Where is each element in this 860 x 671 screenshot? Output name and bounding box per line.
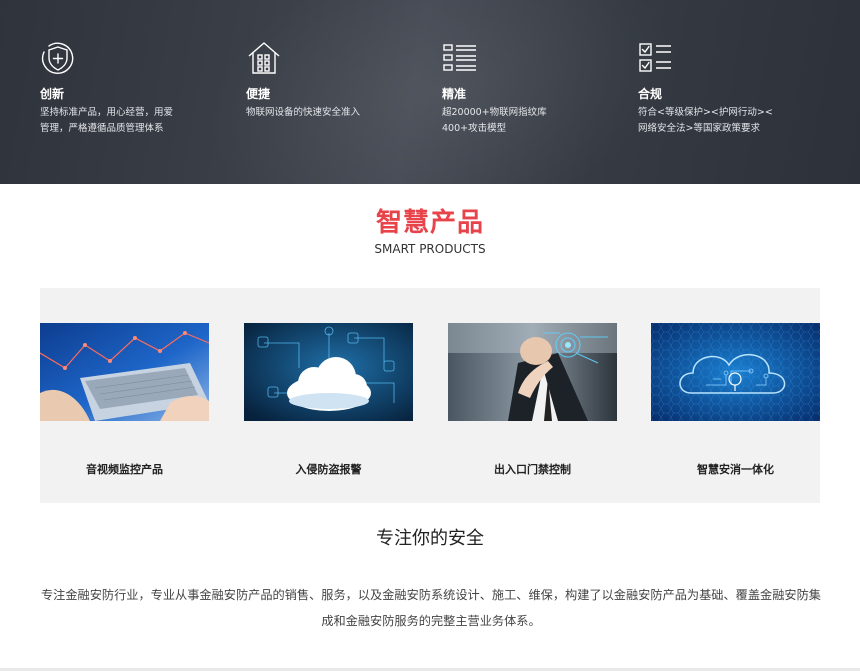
about-title: 专注你的安全 bbox=[376, 528, 484, 549]
about-text: 专注金融安防行业，专业从事金融安防产品的销售、服务，以及金融安防系统设计、施工、… bbox=[41, 588, 821, 628]
product-name[interactable]: 入侵防盗报警 bbox=[244, 461, 413, 477]
shield-plus-icon bbox=[40, 40, 76, 76]
list-icon bbox=[442, 40, 478, 76]
feature-title: 创新 bbox=[40, 87, 65, 101]
laptop-analytics-image[interactable] bbox=[40, 323, 209, 421]
feature-title: 合规 bbox=[638, 87, 663, 101]
product-name[interactable]: 出入口门禁控制 bbox=[448, 461, 617, 477]
feature-compliance: 合规 符合<等级保护><护网行动>< 网络安全法>等国家政策要求 bbox=[638, 40, 808, 137]
section-title: 智慧产品 bbox=[375, 208, 484, 238]
feature-desc: 符合<等级保护><护网行动>< 网络安全法>等国家政策要求 bbox=[638, 107, 773, 134]
circuit-cloud-image[interactable] bbox=[651, 323, 820, 421]
product-name[interactable]: 智慧安消一体化 bbox=[651, 461, 820, 477]
product-card[interactable]: 音视频监控产品 bbox=[40, 323, 209, 476]
product-card[interactable]: 出入口门禁控制 bbox=[448, 323, 617, 476]
feature-desc: 物联网设备的快速安全准入 bbox=[246, 107, 361, 118]
feature-title: 精准 bbox=[442, 87, 467, 101]
feature-desc: 坚持标准产品，用心经营，用爱 管理，严格遵循品质管理体系 bbox=[40, 107, 174, 134]
products-panel: 音视频监控产品 入侵防盗报警 出入口门禁控制 智慧安消一体化 bbox=[40, 288, 820, 503]
house-grid-icon bbox=[246, 40, 282, 76]
product-card[interactable]: 智慧安消一体化 bbox=[651, 323, 820, 476]
feature-desc: 超20000+物联网指纹库 400+攻击模型 bbox=[442, 107, 547, 134]
checklist-icon bbox=[638, 40, 674, 76]
cloud-network-image[interactable] bbox=[244, 323, 413, 421]
feature-convenience: 便捷 物联网设备的快速安全准入 bbox=[246, 40, 416, 121]
feature-precision: 精准 超20000+物联网指纹库 400+攻击模型 bbox=[442, 40, 612, 137]
section-subtitle: SMART PRODUCTS bbox=[374, 242, 486, 256]
section-heading: 智慧产品 SMART PRODUCTS bbox=[0, 206, 860, 257]
feature-title: 便捷 bbox=[246, 87, 271, 101]
touch-interface-image[interactable] bbox=[448, 323, 617, 421]
features-band: 创新 坚持标准产品，用心经营，用爱 管理，严格遵循品质管理体系 便捷 物联网设备… bbox=[0, 0, 860, 184]
feature-innovation: 创新 坚持标准产品，用心经营，用爱 管理，严格遵循品质管理体系 bbox=[40, 40, 210, 137]
product-card[interactable]: 入侵防盗报警 bbox=[244, 323, 413, 476]
product-name[interactable]: 音视频监控产品 bbox=[40, 461, 209, 477]
